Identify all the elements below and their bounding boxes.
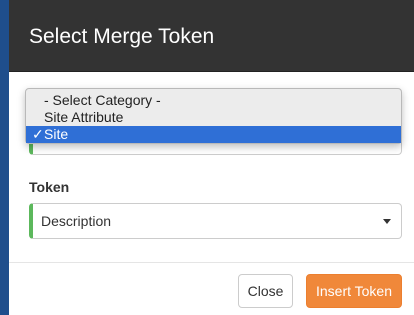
- category-option-site[interactable]: ✓Site: [26, 126, 401, 143]
- option-label: Site Attribute: [44, 109, 124, 125]
- modal-footer: Close Insert Token: [9, 262, 414, 315]
- token-select[interactable]: Description: [29, 203, 402, 239]
- modal-header: Select Merge Token: [9, 0, 414, 72]
- insert-token-button[interactable]: Insert Token: [306, 274, 402, 308]
- option-label: - Select Category -: [44, 92, 161, 108]
- modal-body: - Select Category - Site Attribute ✓Site…: [9, 72, 414, 262]
- option-label: Site: [44, 126, 69, 142]
- token-select-value: Description: [41, 213, 112, 229]
- merge-token-modal: Select Merge Token - Select Category - S…: [9, 0, 414, 315]
- category-option-select-category[interactable]: - Select Category -: [26, 92, 401, 109]
- category-dropdown-list: - Select Category - Site Attribute ✓Site: [25, 88, 402, 144]
- close-button[interactable]: Close: [238, 274, 293, 308]
- category-option-site-attribute[interactable]: Site Attribute: [26, 109, 401, 126]
- caret-down-icon: [383, 219, 391, 224]
- modal-title: Select Merge Token: [29, 25, 215, 48]
- token-label: Token: [29, 179, 70, 195]
- check-icon: ✓: [32, 126, 44, 142]
